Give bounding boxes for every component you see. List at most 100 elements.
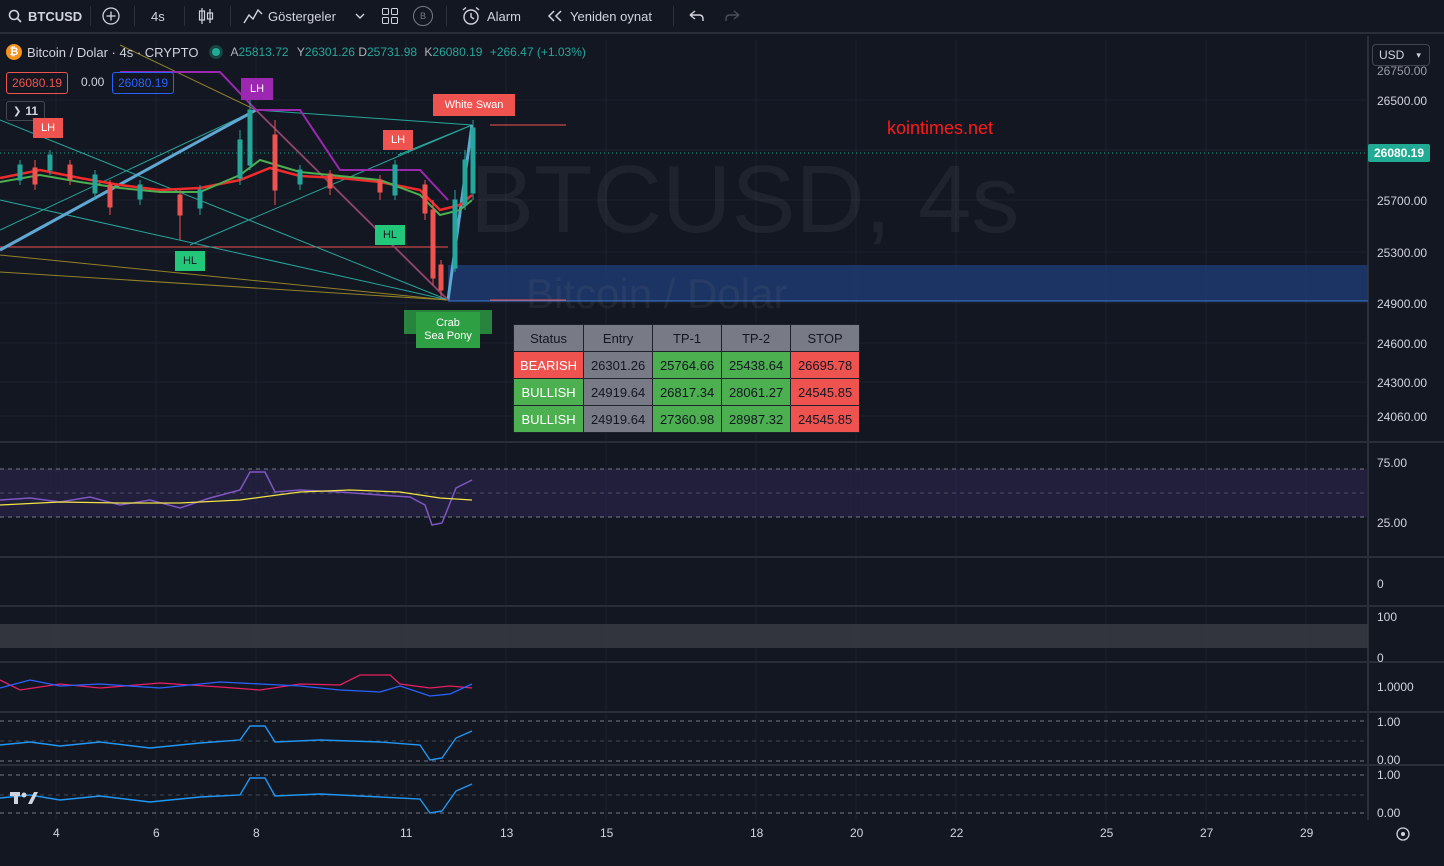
chart-legend: ₿ Bitcoin / Dolar · 4s · CRYPTO A25813.7… bbox=[6, 44, 586, 60]
status-cell: BULLISH bbox=[512, 378, 585, 406]
pane4-tick: 1.0000 bbox=[1377, 680, 1414, 694]
top-toolbar: BTCUSD 4s Göstergeler B Alarm Yeniden oy… bbox=[0, 0, 1444, 34]
time-tick: 22 bbox=[950, 826, 964, 840]
symbol-watermark: BTCUSD, 4s bbox=[470, 146, 1020, 253]
tp1-cell: 27360.98 bbox=[652, 405, 723, 433]
lh-label-3: LH bbox=[383, 130, 413, 150]
table-header: Status bbox=[512, 324, 585, 352]
tp1-cell: 25764.66 bbox=[652, 351, 723, 379]
time-tick: 4 bbox=[53, 826, 60, 840]
chart-type-button[interactable] bbox=[198, 0, 214, 32]
compare-button[interactable] bbox=[102, 0, 120, 32]
pane2-tick: 0 bbox=[1377, 577, 1384, 591]
buy-button[interactable]: 26080.19 bbox=[112, 72, 175, 94]
tp2-cell: 28061.27 bbox=[721, 378, 792, 406]
price-tick: 25300.00 bbox=[1377, 246, 1428, 260]
time-tick: 25 bbox=[1100, 826, 1114, 840]
rewind-icon bbox=[546, 9, 564, 23]
replay-button[interactable]: Yeniden oynat bbox=[546, 0, 652, 32]
table-row: BEARISH 26301.26 25764.66 25438.64 26695… bbox=[512, 351, 861, 379]
layouts-button[interactable] bbox=[381, 0, 399, 32]
bitcoin-icon: ₿ bbox=[6, 44, 22, 60]
table-header: TP-2 bbox=[721, 324, 792, 352]
time-tick: 27 bbox=[1200, 826, 1214, 840]
lh-label-1: LH bbox=[33, 118, 63, 138]
pane6-tick: 0.00 bbox=[1377, 806, 1401, 820]
alarm-label: Alarm bbox=[487, 8, 521, 24]
tradingview-logo bbox=[10, 790, 38, 811]
layout-badge: B bbox=[413, 6, 433, 26]
layout-badge-button[interactable]: B bbox=[413, 0, 433, 32]
price-tick: 26500.00 bbox=[1377, 94, 1428, 108]
legend-ohlc: A25813.72 Y26301.26 D25731.98 K26080.19 … bbox=[230, 45, 586, 59]
lh-label-2: LH bbox=[241, 78, 273, 100]
hl-label-2: HL bbox=[375, 225, 405, 245]
hl-label-1: HL bbox=[175, 251, 205, 271]
indicator-count: 11 bbox=[25, 104, 39, 118]
price-tick: 24300.00 bbox=[1377, 376, 1428, 390]
table-row: BULLISH 24919.64 27360.98 28987.32 24545… bbox=[512, 405, 861, 433]
stop-cell: 26695.78 bbox=[790, 351, 861, 379]
undo-icon bbox=[687, 9, 705, 23]
price-tick: 24600.00 bbox=[1377, 337, 1428, 351]
alarm-clock-icon bbox=[461, 6, 481, 26]
candles-icon bbox=[198, 7, 214, 25]
tp2-cell: 28987.32 bbox=[721, 405, 792, 433]
status-cell: BEARISH bbox=[512, 351, 585, 379]
tradingview-logo-icon bbox=[10, 792, 38, 804]
stop-cell: 24545.85 bbox=[790, 378, 861, 406]
indicators-button[interactable]: Göstergeler bbox=[243, 0, 336, 32]
crab-sea-pony-label: Crab Sea Pony bbox=[416, 312, 480, 348]
replay-label: Yeniden oynat bbox=[570, 8, 652, 24]
axis-settings-icon bbox=[1396, 827, 1410, 841]
sell-button[interactable]: 26080.19 bbox=[6, 72, 69, 94]
status-cell: BULLISH bbox=[512, 405, 585, 433]
legend-title: Bitcoin / Dolar · 4s · CRYPTO bbox=[27, 44, 199, 60]
table-header: STOP bbox=[790, 324, 861, 352]
name-watermark: Bitcoin / Dolar bbox=[526, 270, 788, 317]
alarm-button[interactable]: Alarm bbox=[461, 0, 521, 32]
symbol-label: BTCUSD bbox=[28, 8, 83, 24]
stop-cell: 24545.85 bbox=[790, 405, 861, 433]
indicators-dropdown[interactable] bbox=[355, 0, 365, 32]
chevron-down-icon: ▾ bbox=[1416, 49, 1421, 60]
undo-button[interactable] bbox=[687, 0, 705, 32]
indicators-icon bbox=[243, 7, 263, 25]
table-row: BULLISH 24919.64 26817.34 28061.27 24545… bbox=[512, 378, 861, 406]
price-tick: 26750.00 bbox=[1377, 64, 1428, 78]
currency-label: USD bbox=[1379, 48, 1405, 62]
pane5-tick: 0.00 bbox=[1377, 753, 1401, 767]
pane5-tick: 1.00 bbox=[1377, 715, 1401, 729]
redo-button[interactable] bbox=[724, 0, 742, 32]
price-tick: 24060.00 bbox=[1377, 410, 1428, 424]
currency-select[interactable]: USD ▾ bbox=[1372, 44, 1430, 66]
symbol-search[interactable]: BTCUSD bbox=[8, 0, 82, 32]
price-tick: 25700.00 bbox=[1377, 194, 1428, 208]
price-tick: 24900.00 bbox=[1377, 297, 1428, 311]
market-status-icon bbox=[212, 48, 221, 56]
rsi-tick: 75.00 bbox=[1377, 456, 1408, 470]
entry-cell: 26301.26 bbox=[583, 351, 654, 379]
chevron-down-icon bbox=[355, 12, 365, 20]
watermark-text: kointimes.net bbox=[887, 118, 994, 138]
indicators-label: Göstergeler bbox=[268, 8, 336, 24]
signal-table: Status Entry TP-1 TP-2 STOP BEARISH 2630… bbox=[512, 324, 861, 433]
time-tick: 11 bbox=[400, 826, 413, 840]
time-tick: 18 bbox=[750, 826, 764, 840]
rsi-tick: 25.00 bbox=[1377, 516, 1408, 530]
pane6-tick: 1.00 bbox=[1377, 768, 1401, 782]
tp1-cell: 26817.34 bbox=[652, 378, 723, 406]
time-tick: 8 bbox=[253, 826, 260, 840]
interval-button[interactable]: 4s bbox=[151, 0, 165, 32]
time-tick: 6 bbox=[153, 826, 160, 840]
pane3-tick: 0 bbox=[1377, 651, 1384, 665]
time-tick: 13 bbox=[500, 826, 514, 840]
tp2-cell: 25438.64 bbox=[721, 351, 792, 379]
chevron-icon: ❯ bbox=[13, 105, 22, 117]
redo-icon bbox=[724, 9, 742, 23]
table-header: TP-1 bbox=[652, 324, 723, 352]
pane3-tick: 100 bbox=[1377, 610, 1398, 624]
entry-cell: 24919.64 bbox=[583, 405, 654, 433]
grid-icon bbox=[381, 7, 399, 25]
white-swan-label: White Swan bbox=[433, 94, 515, 116]
